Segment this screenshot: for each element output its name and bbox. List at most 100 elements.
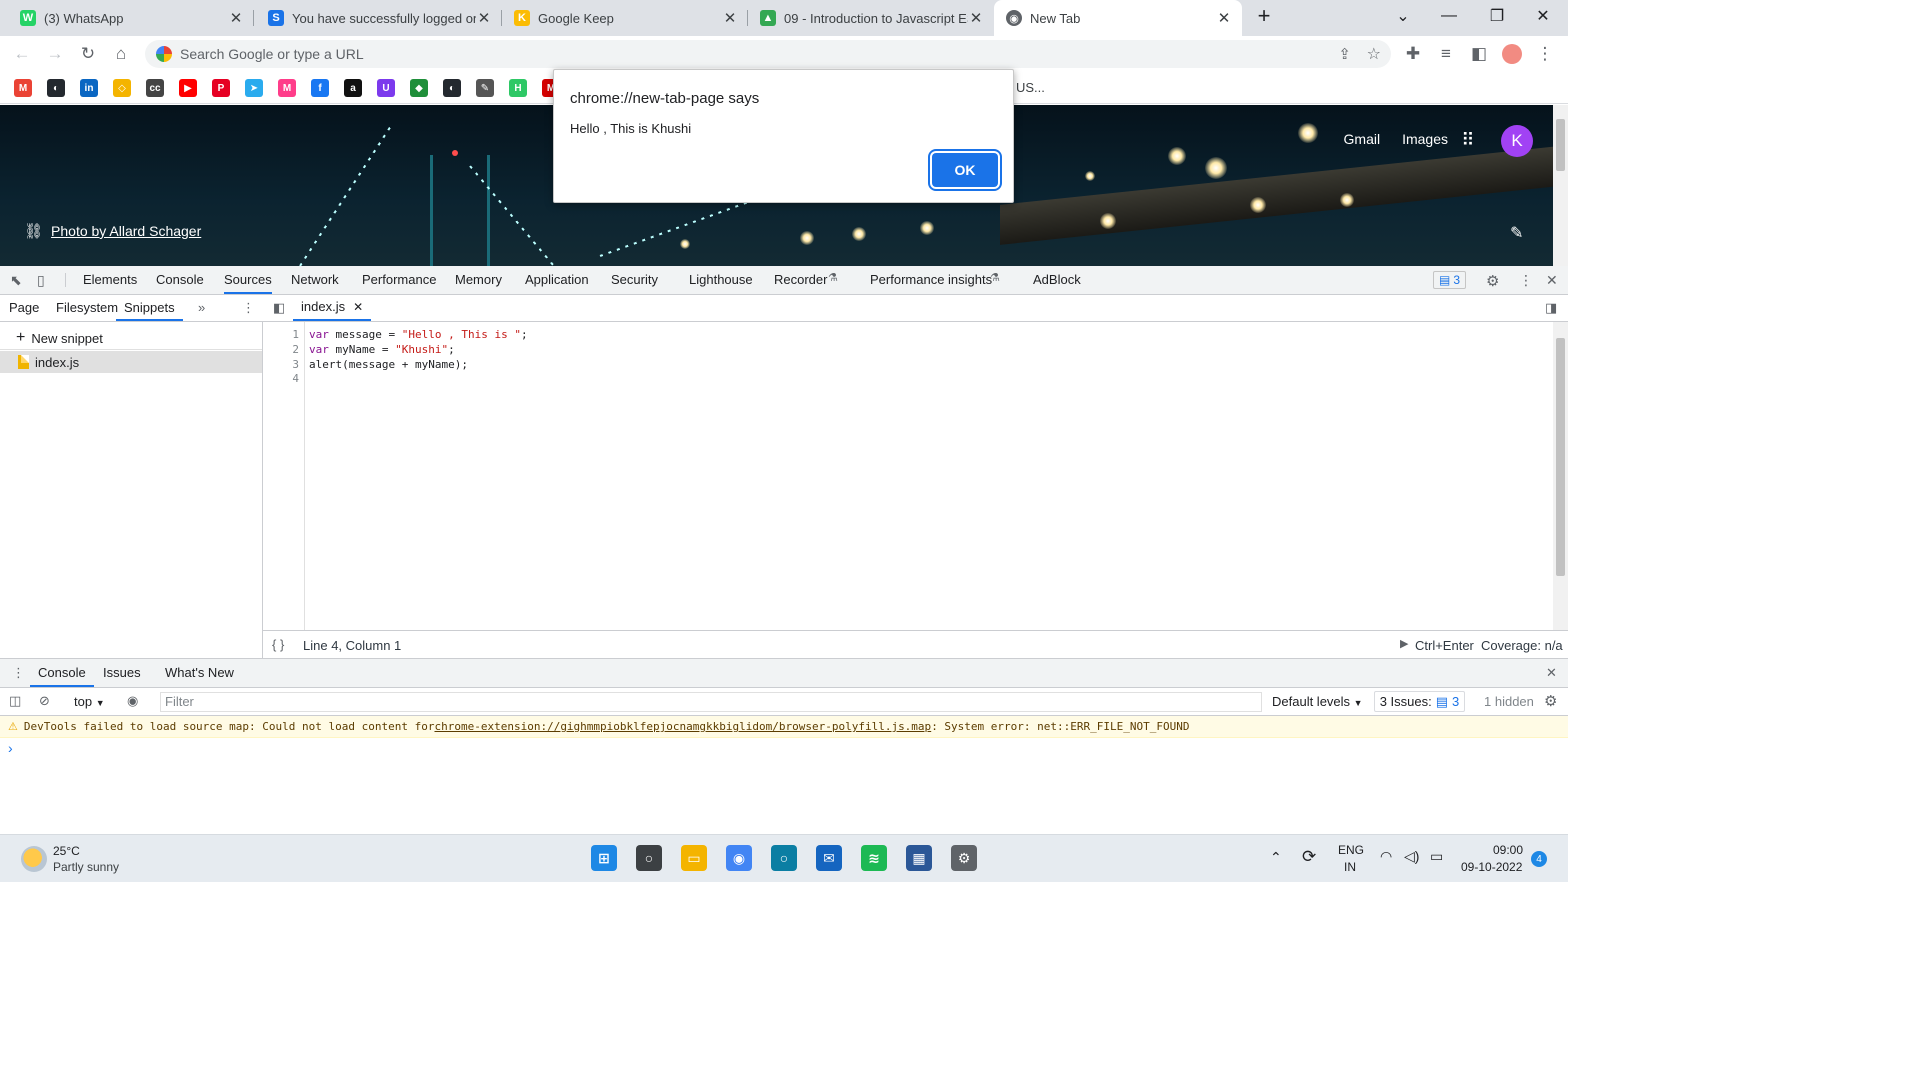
media-control-icon[interactable]: ≡ bbox=[1434, 42, 1458, 66]
weather-temperature[interactable]: 25°C bbox=[53, 844, 80, 858]
profile-avatar[interactable] bbox=[1500, 42, 1524, 66]
close-tab-icon[interactable]: ✕ bbox=[968, 9, 984, 27]
unstop-icon[interactable]: U bbox=[377, 79, 395, 97]
tab-console[interactable]: Console bbox=[156, 266, 204, 294]
more-tabs-chevron-icon[interactable]: » bbox=[198, 295, 205, 321]
drawer-tab-whats-new[interactable]: What's New bbox=[165, 659, 234, 687]
minimize-icon[interactable]: — bbox=[1426, 0, 1472, 32]
run-shortcut[interactable]: Ctrl+Enter bbox=[1415, 638, 1474, 653]
chrome-menu-icon[interactable]: ⋮ bbox=[1533, 42, 1557, 66]
github-icon[interactable]: ◐ bbox=[47, 79, 65, 97]
new-snippet-button[interactable]: + New snippet bbox=[16, 329, 103, 347]
tab-network[interactable]: Network bbox=[291, 266, 339, 294]
gmail-icon[interactable]: M bbox=[14, 79, 32, 97]
browser-tab-active[interactable]: ◉ New Tab ✕ bbox=[994, 0, 1242, 36]
tab-adblock[interactable]: AdBlock bbox=[1033, 266, 1081, 294]
browser-tab[interactable]: ▲ 09 - Introduction to Javascript ES ✕ bbox=[748, 0, 994, 36]
facebook-icon[interactable]: f bbox=[311, 79, 329, 97]
codechef-icon[interactable]: ◆ bbox=[410, 79, 428, 97]
weather-icon[interactable] bbox=[21, 846, 47, 872]
toggle-debugger-icon[interactable]: ◨ bbox=[1545, 300, 1557, 316]
language-bottom[interactable]: IN bbox=[1344, 860, 1356, 874]
source-map-link[interactable]: chrome-extension://gighmmpiobklfepjocnam… bbox=[434, 720, 931, 733]
context-selector[interactable]: top ▼ bbox=[74, 694, 105, 709]
battery-icon[interactable]: ▭ bbox=[1430, 848, 1443, 865]
telegram-icon[interactable]: ➤ bbox=[245, 79, 263, 97]
line-number[interactable]: 2 bbox=[292, 343, 299, 356]
miro-icon[interactable]: M bbox=[278, 79, 296, 97]
log-levels-dropdown[interactable]: Default levels ▼ bbox=[1272, 694, 1363, 709]
settings-icon[interactable]: ⚙ bbox=[951, 845, 977, 871]
sync-icon[interactable]: ⟳ bbox=[1302, 847, 1316, 867]
nav-tab-filesystem[interactable]: Filesystem bbox=[56, 295, 118, 321]
share-icon[interactable]: ⇪ bbox=[1338, 45, 1351, 63]
tab-application[interactable]: Application bbox=[525, 266, 589, 294]
show-hidden-icons-chevron-icon[interactable]: ⌃ bbox=[1270, 849, 1282, 866]
close-window-icon[interactable]: ✕ bbox=[1520, 0, 1566, 32]
file-explorer-icon[interactable]: ▭ bbox=[681, 845, 707, 871]
snippet-item[interactable]: index.js bbox=[0, 351, 262, 373]
chrome-icon[interactable]: ◉ bbox=[726, 845, 752, 871]
page-scrollbar[interactable] bbox=[1553, 105, 1568, 266]
tab-security[interactable]: Security bbox=[611, 266, 658, 294]
language-top[interactable]: ENG bbox=[1338, 843, 1364, 857]
settings-gear-icon[interactable]: ⚙ bbox=[1486, 272, 1499, 290]
pinterest-icon[interactable]: P bbox=[212, 79, 230, 97]
nav-tab-snippets[interactable]: Snippets bbox=[116, 295, 183, 321]
clock-date[interactable]: 09-10-2022 bbox=[1461, 860, 1522, 874]
navigator-menu-icon[interactable]: ⋮ bbox=[242, 295, 255, 321]
console-prompt[interactable]: › bbox=[8, 740, 13, 756]
code-editor[interactable]: 1 2 3 4 var message = "Hello , This is "… bbox=[263, 322, 1553, 630]
tab-search-icon[interactable]: ⌄ bbox=[1380, 0, 1426, 32]
store-icon[interactable]: ▦ bbox=[906, 845, 932, 871]
close-tab-icon[interactable]: ✕ bbox=[353, 294, 363, 320]
cortana-icon[interactable]: ○ bbox=[771, 845, 797, 871]
images-link[interactable]: Images bbox=[1402, 131, 1448, 147]
tab-recorder[interactable]: Recorder bbox=[774, 266, 827, 294]
side-panel-icon[interactable]: ◧ bbox=[1467, 42, 1491, 66]
gmail-link[interactable]: Gmail bbox=[1344, 131, 1381, 147]
scrollbar-thumb[interactable] bbox=[1556, 119, 1565, 171]
clock-time[interactable]: 09:00 bbox=[1493, 843, 1523, 857]
line-number[interactable]: 1 bbox=[292, 328, 299, 341]
close-tab-icon[interactable]: ✕ bbox=[228, 9, 244, 27]
close-tab-icon[interactable]: ✕ bbox=[722, 9, 738, 27]
mail-icon[interactable]: ✉ bbox=[816, 845, 842, 871]
customize-pencil-icon[interactable]: ✎ bbox=[1510, 223, 1523, 243]
tab-performance[interactable]: Performance bbox=[362, 266, 436, 294]
drawer-tab-issues[interactable]: Issues bbox=[103, 659, 141, 687]
back-icon[interactable]: ← bbox=[10, 42, 34, 66]
scrollbar-thumb[interactable] bbox=[1556, 338, 1565, 576]
nav-tab-page[interactable]: Page bbox=[9, 295, 39, 321]
device-toolbar-icon[interactable]: ▯ bbox=[37, 272, 45, 289]
issues-badge[interactable]: ▤ 3 bbox=[1433, 271, 1466, 289]
cc-icon[interactable]: cc bbox=[146, 79, 164, 97]
bookmark-folder[interactable]: US... bbox=[1016, 80, 1045, 95]
close-drawer-icon[interactable]: ✕ bbox=[1546, 665, 1557, 681]
new-tab-button[interactable]: + bbox=[1241, 0, 1287, 32]
spotify-icon[interactable]: ≋ bbox=[861, 845, 887, 871]
linkedin-icon[interactable]: in bbox=[80, 79, 98, 97]
console-sidebar-icon[interactable]: ◫ bbox=[9, 693, 21, 709]
tab-memory[interactable]: Memory bbox=[455, 266, 502, 294]
amazon-icon[interactable]: a bbox=[344, 79, 362, 97]
windows-start-icon[interactable]: ⊞ bbox=[591, 845, 617, 871]
live-expression-eye-icon[interactable]: ◉ bbox=[127, 693, 138, 709]
maximize-icon[interactable]: ❐ bbox=[1474, 0, 1520, 32]
home-icon[interactable]: ⌂ bbox=[109, 42, 133, 66]
wifi-icon[interactable]: ◠ bbox=[1380, 848, 1392, 865]
close-tab-icon[interactable]: ✕ bbox=[476, 9, 492, 27]
browser-tab[interactable]: W (3) WhatsApp ✕ bbox=[8, 0, 254, 36]
forward-icon[interactable]: → bbox=[43, 42, 67, 66]
search-icon[interactable]: ○ bbox=[636, 845, 662, 871]
editor-tab[interactable]: index.js ✕ bbox=[293, 294, 372, 321]
github-icon[interactable]: ◐ bbox=[443, 79, 461, 97]
hackerrank-icon[interactable]: H bbox=[509, 79, 527, 97]
volume-icon[interactable]: ◁) bbox=[1404, 848, 1419, 865]
console-settings-icon[interactable]: ⚙ bbox=[1544, 692, 1557, 710]
drawer-menu-icon[interactable]: ⋮ bbox=[12, 665, 25, 681]
tab-elements[interactable]: Elements bbox=[83, 266, 137, 294]
omnibox[interactable]: Search Google or type a URL ⇪ ☆ bbox=[145, 40, 1391, 68]
toggle-navigator-icon[interactable]: ◧ bbox=[273, 300, 285, 316]
codepen-icon[interactable]: ◇ bbox=[113, 79, 131, 97]
